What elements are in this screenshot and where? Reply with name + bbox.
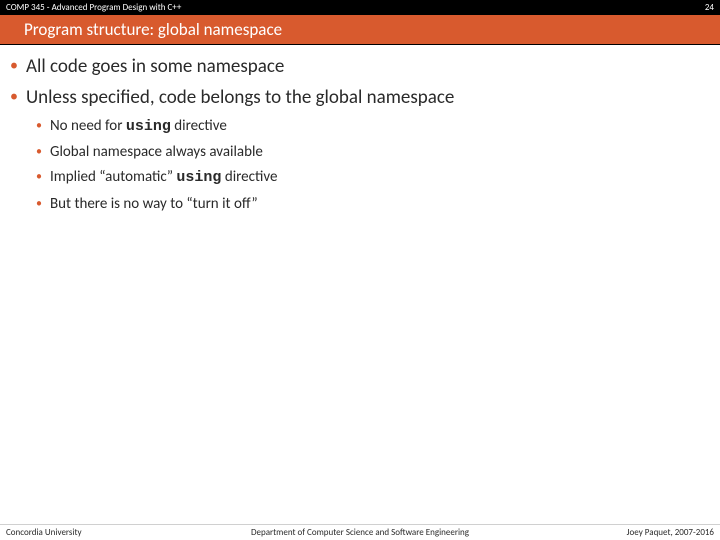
footer-right: Joey Paquet, 2007-2016 [627, 527, 714, 538]
content-area: • All code goes in some namespace • Unle… [0, 45, 720, 215]
bullet-level2: • No need for using directive [36, 116, 710, 137]
bullet-level2: • But there is no way to “turn it off” [36, 194, 710, 215]
bullet-level2: • Global namespace always available [36, 142, 710, 163]
page-number: 24 [705, 2, 714, 13]
bullet-dot-icon: • [36, 120, 42, 132]
text-post: directive [221, 168, 277, 186]
bullet-text: All code goes in some namespace [26, 55, 284, 80]
bullet-dot-icon: • [36, 171, 42, 183]
footer-center: Department of Computer Science and Softw… [251, 527, 469, 538]
keyword: using [126, 118, 171, 135]
text-pre: But there is no way to “turn it off” [50, 195, 258, 213]
bullet-text: Global namespace always available [50, 142, 263, 163]
bullet-text: Unless specified, code belongs to the gl… [26, 86, 454, 111]
bullet-dot-icon: • [10, 58, 18, 74]
title-bar: Program structure: global namespace [0, 15, 720, 45]
footer-left: Concordia University [6, 527, 82, 538]
bullet-level1: • All code goes in some namespace [10, 55, 710, 80]
text-pre: Implied “automatic” [50, 168, 176, 186]
bullet-text: Implied “automatic” using directive [50, 167, 277, 188]
text-post: directive [171, 117, 227, 135]
bullet-dot-icon: • [36, 146, 42, 158]
text-pre: No need for [50, 117, 126, 135]
bullet-dot-icon: • [36, 198, 42, 210]
bullet-dot-icon: • [10, 89, 18, 105]
course-label: COMP 345 - Advanced Program Design with … [6, 2, 181, 13]
bullet-text: No need for using directive [50, 116, 227, 137]
slide-title: Program structure: global namespace [24, 19, 282, 40]
bullet-level1: • Unless specified, code belongs to the … [10, 86, 710, 111]
bullet-level2: • Implied “automatic” using directive [36, 167, 710, 188]
text-pre: Global namespace always available [50, 143, 263, 161]
keyword: using [176, 169, 221, 186]
bullet-text: But there is no way to “turn it off” [50, 194, 258, 215]
header-bar: COMP 345 - Advanced Program Design with … [0, 0, 720, 15]
footer-bar: Concordia University Department of Compu… [0, 524, 720, 540]
